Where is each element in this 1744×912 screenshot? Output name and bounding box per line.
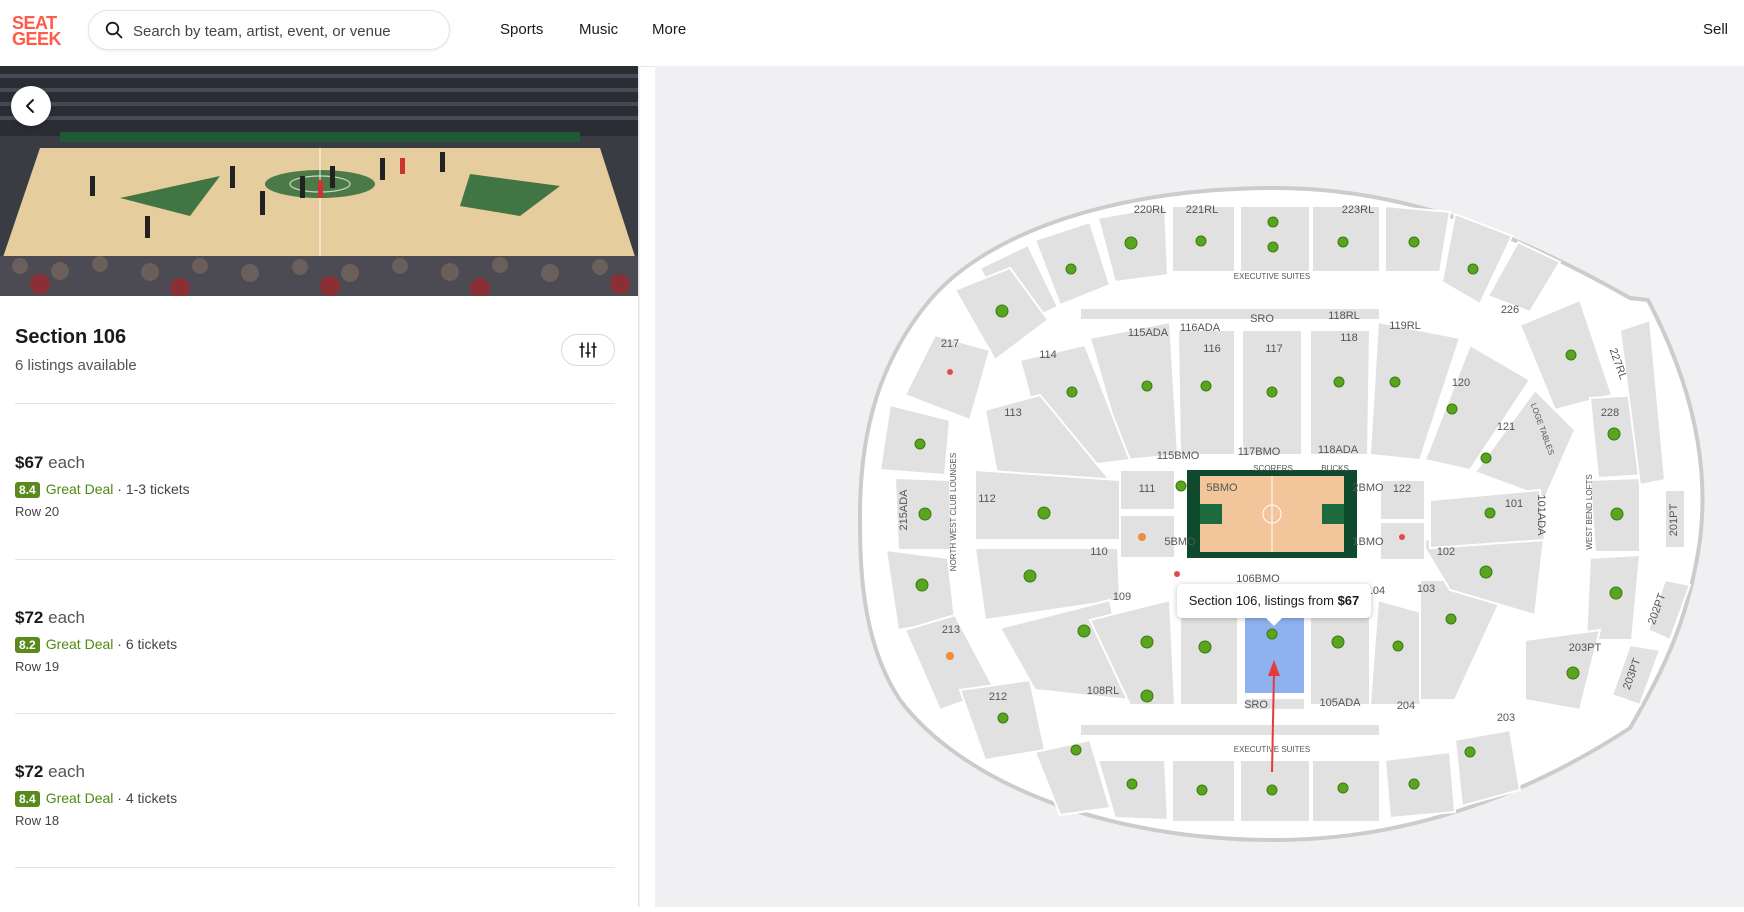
- label-west-bend-lofts: WEST BEND LOFTS: [1585, 474, 1594, 549]
- divider: [15, 713, 615, 714]
- listing-price: $72 each: [15, 608, 85, 627]
- label-section: 101: [1505, 498, 1523, 510]
- label-section: 118ADA: [1318, 444, 1359, 456]
- listing-row: Row 19: [15, 659, 60, 674]
- listings-count: 6 listings available: [15, 357, 137, 374]
- view-from-seat-photo: [0, 66, 638, 296]
- nav-more[interactable]: More: [652, 21, 686, 38]
- listing-item[interactable]: $67 each 8.4 Great Deal · 1-3 tickets Row…: [15, 453, 615, 573]
- nav-music[interactable]: Music: [579, 21, 618, 38]
- label-section: 116: [1203, 343, 1221, 355]
- label-section: 2BMO: [1352, 482, 1384, 494]
- listing-item[interactable]: $72 each 8.2 Great Deal · 6 tickets Row 1…: [15, 608, 615, 728]
- divider: [15, 559, 615, 560]
- label-section: 217: [941, 338, 959, 350]
- label-section: 115BMO: [1157, 450, 1200, 462]
- listing-row: Row 20: [15, 504, 60, 519]
- label-section: 221RL: [1186, 204, 1218, 216]
- label-section: 203: [1497, 712, 1515, 724]
- map-section[interactable]: [1379, 521, 1426, 561]
- label-section: 121: [1497, 421, 1515, 433]
- label-section: 5BMO: [1164, 536, 1196, 548]
- label-executive-suites: EXECUTIVE SUITES: [1234, 272, 1310, 281]
- label-section: 117BMO: [1238, 446, 1281, 458]
- label-sro-top: SRO: [1250, 313, 1274, 325]
- label-section-201pt: 201PT: [1668, 504, 1680, 537]
- label-section: 110: [1090, 546, 1108, 558]
- divider: [15, 867, 615, 868]
- label-section: 226: [1501, 304, 1519, 316]
- label-section-215ada: 215ADA: [898, 489, 910, 531]
- map-section[interactable]: [1239, 205, 1311, 273]
- listing-price: $72 each: [15, 762, 85, 781]
- listing-item[interactable]: $72 each 8.4 Great Deal · 4 tickets Row 1…: [15, 762, 615, 882]
- label-section: 228: [1601, 407, 1619, 419]
- seatgeek-logo[interactable]: SEAT GEEK: [12, 14, 62, 48]
- label-section: 220RL: [1134, 204, 1166, 216]
- label-section: 213: [942, 624, 960, 636]
- section-tooltip: Section 106, listings from $67: [1177, 584, 1371, 626]
- nav-sports[interactable]: Sports: [500, 21, 543, 38]
- label-section: 1BMO: [1352, 536, 1384, 548]
- listings-panel: Section 106 6 listings available $67 eac…: [0, 66, 640, 907]
- label-section: 112: [978, 493, 996, 505]
- label-section-101ada: 101ADA: [1535, 495, 1547, 537]
- label-section: 119RL: [1389, 320, 1421, 332]
- label-north-west-club: NORTH WEST CLUB LOUNGES: [949, 453, 958, 571]
- chevron-left-icon: [26, 99, 34, 113]
- listing-row: Row 18: [15, 813, 60, 828]
- label-section: 108RL: [1087, 685, 1119, 697]
- label-section: 105ADA: [1320, 697, 1362, 709]
- label-section: 212: [989, 691, 1007, 703]
- label-section: 115ADA: [1128, 327, 1169, 339]
- label-section: 103: [1417, 583, 1435, 595]
- nav-sell[interactable]: Sell: [1703, 21, 1728, 38]
- label-section: 109: [1113, 591, 1131, 603]
- listing-price: $67 each: [15, 453, 85, 472]
- search-bar[interactable]: [88, 10, 450, 50]
- arena-seat-map[interactable]: EXECUTIVE SUITES EXECUTIVE SUITES SRO SR…: [655, 66, 1744, 907]
- label-bucks: BUCKS: [1321, 464, 1349, 473]
- deal-info: 8.4 Great Deal · 1-3 tickets: [15, 481, 190, 498]
- top-header: SEAT GEEK Sports Music More Sell: [0, 0, 1744, 67]
- deal-score-badge: 8.2: [15, 637, 40, 653]
- sliders-icon: [579, 342, 597, 358]
- label-section: 120: [1452, 377, 1470, 389]
- label-sro-bottom: SRO: [1244, 699, 1268, 711]
- search-input[interactable]: [131, 19, 435, 43]
- section-title: Section 106: [15, 326, 127, 348]
- map-section[interactable]: [1383, 750, 1457, 820]
- deal-info: 8.2 Great Deal · 6 tickets: [15, 636, 177, 653]
- label-section: 203PT: [1569, 642, 1602, 654]
- deal-score-badge: 8.4: [15, 482, 40, 498]
- label-section: 118RL: [1328, 310, 1360, 322]
- label-section: 204: [1397, 700, 1415, 712]
- label-section: 111: [1139, 483, 1156, 495]
- deal-info: 8.4 Great Deal · 4 tickets: [15, 790, 177, 807]
- label-section: 117: [1265, 343, 1283, 355]
- search-icon: [105, 21, 123, 39]
- map-section[interactable]: [1453, 728, 1522, 808]
- deal-score-badge: 8.4: [15, 791, 40, 807]
- listings-scrollbar[interactable]: [638, 66, 640, 907]
- label-section: 122: [1393, 483, 1411, 495]
- seat-map-area[interactable]: EXECUTIVE SUITES EXECUTIVE SUITES SRO SR…: [655, 66, 1744, 907]
- label-section: 118: [1340, 332, 1358, 344]
- label-section: 5BMO: [1206, 482, 1238, 494]
- divider: [15, 403, 615, 404]
- map-section[interactable]: [1309, 329, 1372, 456]
- label-section: 223RL: [1342, 204, 1374, 216]
- label-section: 114: [1039, 349, 1057, 361]
- map-section[interactable]: [1429, 488, 1547, 550]
- label-section: 102: [1437, 546, 1455, 558]
- label-section: 113: [1004, 407, 1022, 419]
- filter-button[interactable]: [561, 334, 615, 366]
- back-button[interactable]: [11, 86, 51, 126]
- executive-suites-bottom: [1079, 723, 1381, 737]
- label-scorers: SCORERS: [1253, 464, 1293, 473]
- label-section: 116ADA: [1180, 322, 1221, 334]
- map-section[interactable]: [974, 468, 1121, 541]
